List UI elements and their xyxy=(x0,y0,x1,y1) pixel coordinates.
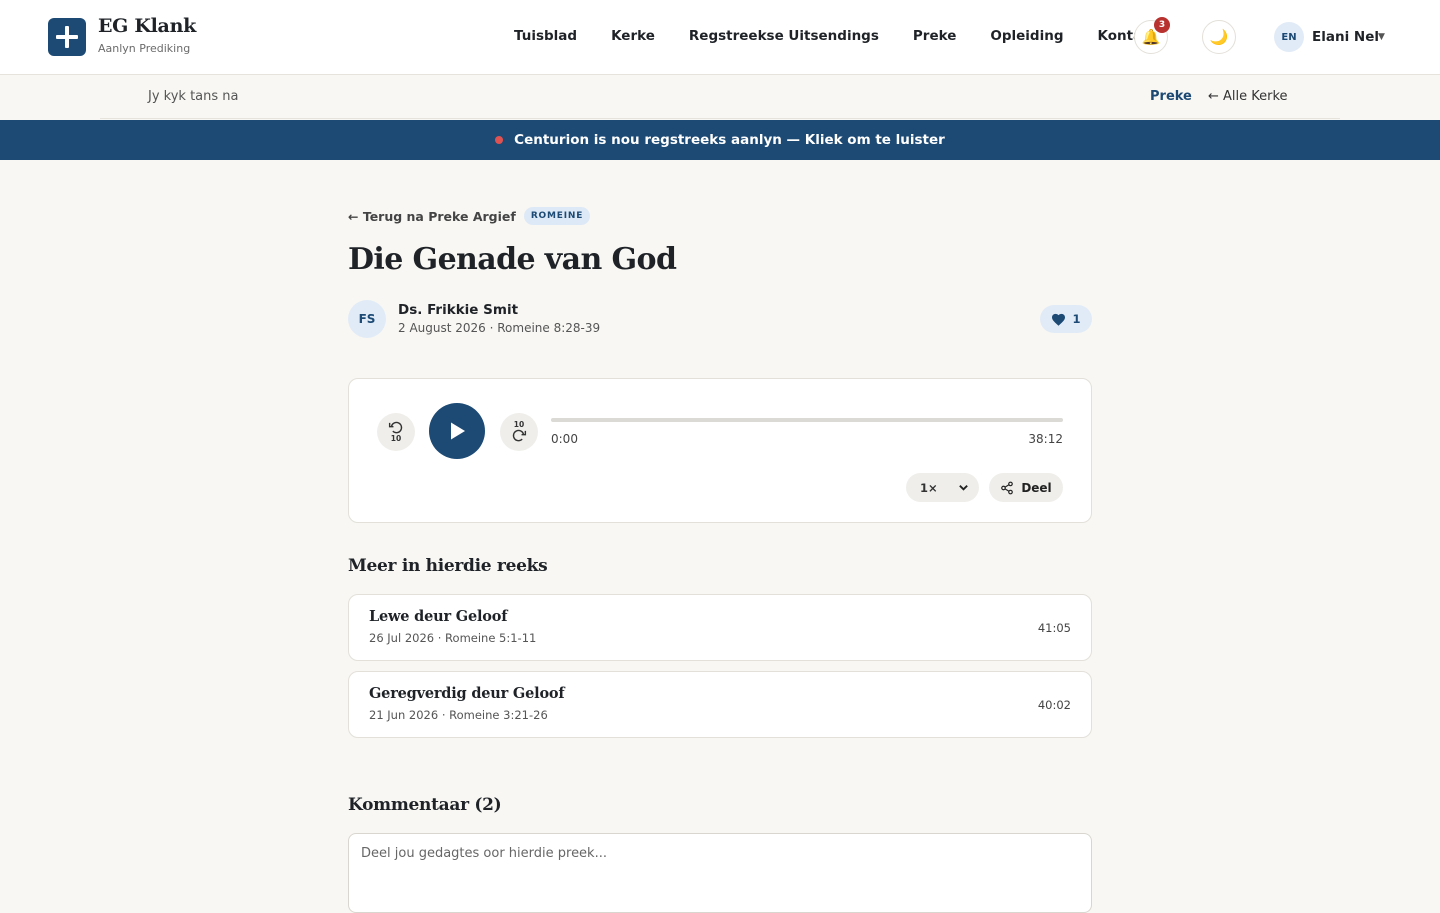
moon-icon: 🌙 xyxy=(1209,28,1229,46)
comment-input[interactable] xyxy=(348,833,1092,913)
series-item-title[interactable]: Geregverdig deur Geloof xyxy=(369,685,565,702)
series-item-duration: 41:05 xyxy=(1037,621,1071,635)
total-duration: 38:12 xyxy=(1028,432,1063,446)
sermon-title: Die Genade van God xyxy=(348,242,677,277)
nav-item-preke[interactable]: Preke xyxy=(913,28,956,44)
live-dot-icon xyxy=(495,136,504,144)
play-button[interactable] xyxy=(429,403,485,459)
series-heading: Meer in hierdie reeks xyxy=(348,556,548,576)
nav-item-regstreekse-uitsendings[interactable]: Regstreekse Uitsendings xyxy=(689,28,879,44)
comments-heading: Kommentaar (2) xyxy=(348,795,502,815)
context-bar: Jy kyk tans na Preke ← Alle Kerke xyxy=(100,75,1340,119)
skip-back-seconds: 10 xyxy=(390,434,402,444)
series-item-duration: 40:02 xyxy=(1037,698,1071,712)
progress-bar[interactable] xyxy=(551,418,1063,422)
speaker-avatar: FS xyxy=(348,300,386,338)
nav-item-kerke[interactable]: Kerke xyxy=(611,28,655,44)
site-header: EG Klank Aanlyn Prediking Tuisblad Kerke… xyxy=(0,0,1440,75)
book-tag[interactable]: ROMEINE xyxy=(523,207,591,225)
brand-name[interactable]: EG Klank xyxy=(98,15,196,37)
heart-icon xyxy=(1052,313,1066,326)
brand-subtitle: Aanlyn Prediking xyxy=(98,42,191,55)
live-banner[interactable]: Centurion is nou regstreeks aanlyn — Kli… xyxy=(0,120,1440,160)
like-button[interactable]: 1 xyxy=(1040,305,1092,333)
logo-cross-icon[interactable] xyxy=(48,18,86,56)
back-to-archive-link[interactable]: ← Terug na Preke Argief xyxy=(348,209,516,224)
audio-player: 10 10 0:00 38:12 1× Deel xyxy=(348,378,1092,523)
share-icon xyxy=(1001,481,1014,494)
current-time: 0:00 xyxy=(551,432,578,446)
series-item-title[interactable]: Lewe deur Geloof xyxy=(369,608,507,625)
sermon-meta: 2 August 2026 · Romeine 8:28-39 xyxy=(398,321,601,335)
breadcrumb: ← Terug na Preke Argief ROMEINE xyxy=(348,207,591,225)
notifications-button[interactable]: 🔔 3 xyxy=(1134,17,1170,54)
playback-speed-value: 1× xyxy=(920,480,938,495)
series-item-meta: 21 Jun 2026 · Romeine 3:21-26 xyxy=(369,708,548,722)
watching-label: Jy kyk tans na xyxy=(148,89,239,104)
series-item-meta: 26 Jul 2026 · Romeine 5:1-11 xyxy=(369,631,537,645)
user-avatar[interactable]: EN xyxy=(1274,22,1304,52)
speaker-name: Ds. Frikkie Smit xyxy=(398,302,519,318)
chevron-down-icon xyxy=(959,485,968,491)
playback-speed-select[interactable]: 1× xyxy=(906,473,979,502)
series-item[interactable]: Geregverdig deur Geloof 21 Jun 2026 · Ro… xyxy=(348,671,1092,738)
skip-forward-seconds: 10 xyxy=(513,420,525,430)
series-item[interactable]: Lewe deur Geloof 26 Jul 2026 · Romeine 5… xyxy=(348,594,1092,661)
chevron-down-icon[interactable]: ▼ xyxy=(1378,32,1385,42)
all-churches-link[interactable]: ← Alle Kerke xyxy=(1208,89,1288,104)
share-label: Deel xyxy=(1021,480,1052,495)
notification-count-badge: 3 xyxy=(1154,17,1170,33)
dark-mode-toggle[interactable]: 🌙 xyxy=(1202,20,1236,54)
nav-item-tuisblad[interactable]: Tuisblad xyxy=(514,28,577,44)
share-button[interactable]: Deel xyxy=(989,473,1063,502)
rewind-icon xyxy=(388,422,403,434)
current-section-link[interactable]: Preke xyxy=(1150,89,1192,104)
user-menu-name[interactable]: Elani Nel xyxy=(1312,29,1379,45)
nav-item-opleiding[interactable]: Opleiding xyxy=(990,28,1063,44)
like-count: 1 xyxy=(1072,312,1081,326)
skip-back-button[interactable]: 10 xyxy=(377,413,415,451)
play-icon xyxy=(451,422,465,440)
live-banner-text[interactable]: Centurion is nou regstreeks aanlyn — Kli… xyxy=(514,132,945,148)
main-nav: Tuisblad Kerke Regstreekse Uitsendings P… xyxy=(514,28,1185,44)
skip-forward-button[interactable]: 10 xyxy=(500,413,538,451)
forward-icon xyxy=(512,429,527,442)
